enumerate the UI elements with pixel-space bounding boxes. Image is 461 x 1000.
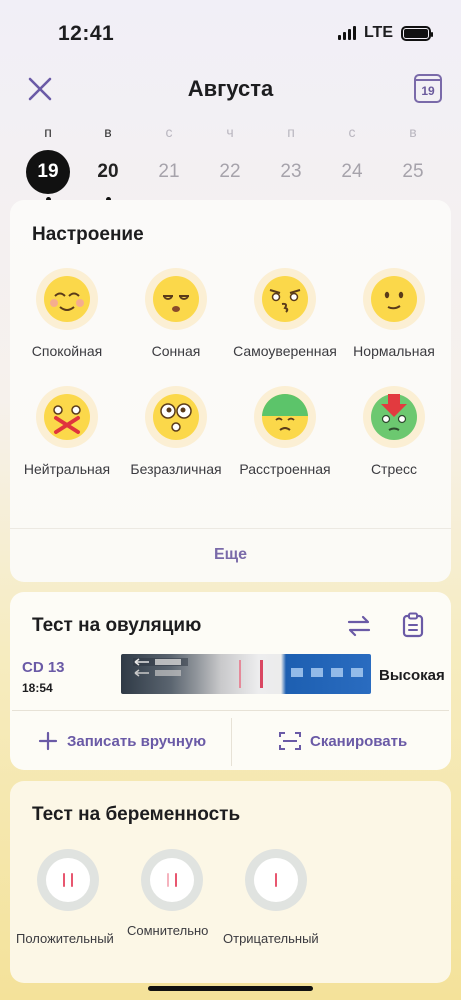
doubtful-option[interactable] <box>141 849 203 911</box>
mood-indifferent[interactable]: Безразличная <box>121 386 231 477</box>
swap-arrows-icon <box>347 615 371 637</box>
mood-sleepy[interactable]: Сонная <box>121 268 231 359</box>
stress-face-icon <box>371 394 417 440</box>
manual-entry-button[interactable]: Записать вручную <box>38 731 206 751</box>
status-icons: LTE <box>337 24 433 42</box>
weekday-letter: в <box>104 124 112 140</box>
signal-icon <box>337 26 356 40</box>
home-indicator <box>148 986 313 991</box>
doubtful-label: Сомнительно <box>127 923 209 938</box>
upset-face-icon <box>262 394 308 440</box>
mood-upset[interactable]: Расстроенная <box>230 386 340 477</box>
weekday-letter: п <box>44 124 52 140</box>
negative-test-icon <box>254 858 298 902</box>
cycle-day-label: CD 13 <box>22 659 65 676</box>
divider <box>231 718 232 766</box>
mood-neutral[interactable]: Нейтральная <box>12 386 122 477</box>
scan-button[interactable]: Сканировать <box>279 731 407 751</box>
mood-label: Стресс <box>370 461 418 477</box>
day-22[interactable]: ч 22 <box>205 124 255 194</box>
battery-icon <box>401 25 433 41</box>
day-number: 23 <box>280 161 302 182</box>
mood-label: Спокойная <box>31 343 103 359</box>
normal-face-icon <box>371 276 417 322</box>
calendar-button[interactable]: 19 <box>414 74 442 103</box>
mood-label: Расстроенная <box>239 461 331 477</box>
lh-level-label: Высокая <box>379 667 445 684</box>
test-time: 18:54 <box>22 681 53 695</box>
more-moods-button[interactable]: Еще <box>10 546 451 564</box>
pregnancy-title: Тест на беременность <box>32 804 241 825</box>
day-24[interactable]: с 24 <box>327 124 377 194</box>
page-title: Августа <box>187 76 274 101</box>
history-button[interactable] <box>401 612 425 643</box>
mood-title: Настроение <box>32 224 144 245</box>
positive-option[interactable] <box>37 849 99 911</box>
calendar-day-label: 19 <box>421 84 435 98</box>
indifferent-face-icon <box>153 394 199 440</box>
mood-stress[interactable]: Стресс <box>339 386 449 477</box>
ovulation-title: Тест на овуляцию <box>32 615 202 636</box>
mood-label: Сонная <box>151 343 201 359</box>
weekday-letter: с <box>348 124 356 140</box>
status-time: 12:41 <box>58 22 115 45</box>
sleepy-face-icon <box>153 276 199 322</box>
day-number: 25 <box>402 161 424 182</box>
negative-option[interactable] <box>245 849 307 911</box>
manual-entry-label: Записать вручную <box>67 732 207 750</box>
divider <box>12 710 449 711</box>
day-23[interactable]: п 23 <box>266 124 316 194</box>
mood-confident[interactable]: Самоуверенная <box>230 268 340 359</box>
positive-label: Положительный <box>16 931 114 946</box>
test-strip-picture <box>133 658 363 688</box>
day-number: 22 <box>219 161 241 182</box>
network-label: LTE <box>363 24 393 41</box>
swap-button[interactable] <box>346 613 372 644</box>
mood-label: Самоуверенная <box>233 343 337 359</box>
confident-face-icon <box>262 276 308 322</box>
calm-face-icon <box>44 276 90 322</box>
scan-label: Сканировать <box>310 732 408 750</box>
weekday-letter: в <box>409 124 417 140</box>
positive-test-icon <box>46 858 90 902</box>
day-20[interactable]: в 20 <box>83 124 133 202</box>
mood-normal[interactable]: Нормальная <box>339 268 449 359</box>
mood-card: Настроение Спокойная Сонная Самоуверенна… <box>10 200 451 582</box>
test-strip-image[interactable] <box>121 654 371 694</box>
day-number: 20 <box>97 161 119 182</box>
day-21[interactable]: с 21 <box>144 124 194 194</box>
day-number: 19 <box>26 150 70 194</box>
doubtful-test-icon <box>150 858 194 902</box>
divider <box>10 528 451 529</box>
weekday-letter: с <box>165 124 173 140</box>
mood-label: Нейтральная <box>23 461 111 477</box>
weekday-letter: ч <box>226 124 234 140</box>
mood-label: Безразличная <box>130 461 222 477</box>
plus-icon <box>38 731 58 751</box>
scan-icon <box>279 732 301 750</box>
day-number: 21 <box>158 161 180 182</box>
negative-label: Отрицательный <box>223 931 319 946</box>
neutral-face-icon <box>44 394 90 440</box>
day-number: 24 <box>341 161 363 182</box>
mood-calm[interactable]: Спокойная <box>12 268 122 359</box>
clipboard-icon <box>402 612 424 638</box>
mood-label: Нормальная <box>353 343 435 359</box>
day-25[interactable]: в 25 <box>388 124 438 194</box>
day-19[interactable]: п 19 <box>23 124 73 202</box>
weekday-letter: п <box>287 124 295 140</box>
